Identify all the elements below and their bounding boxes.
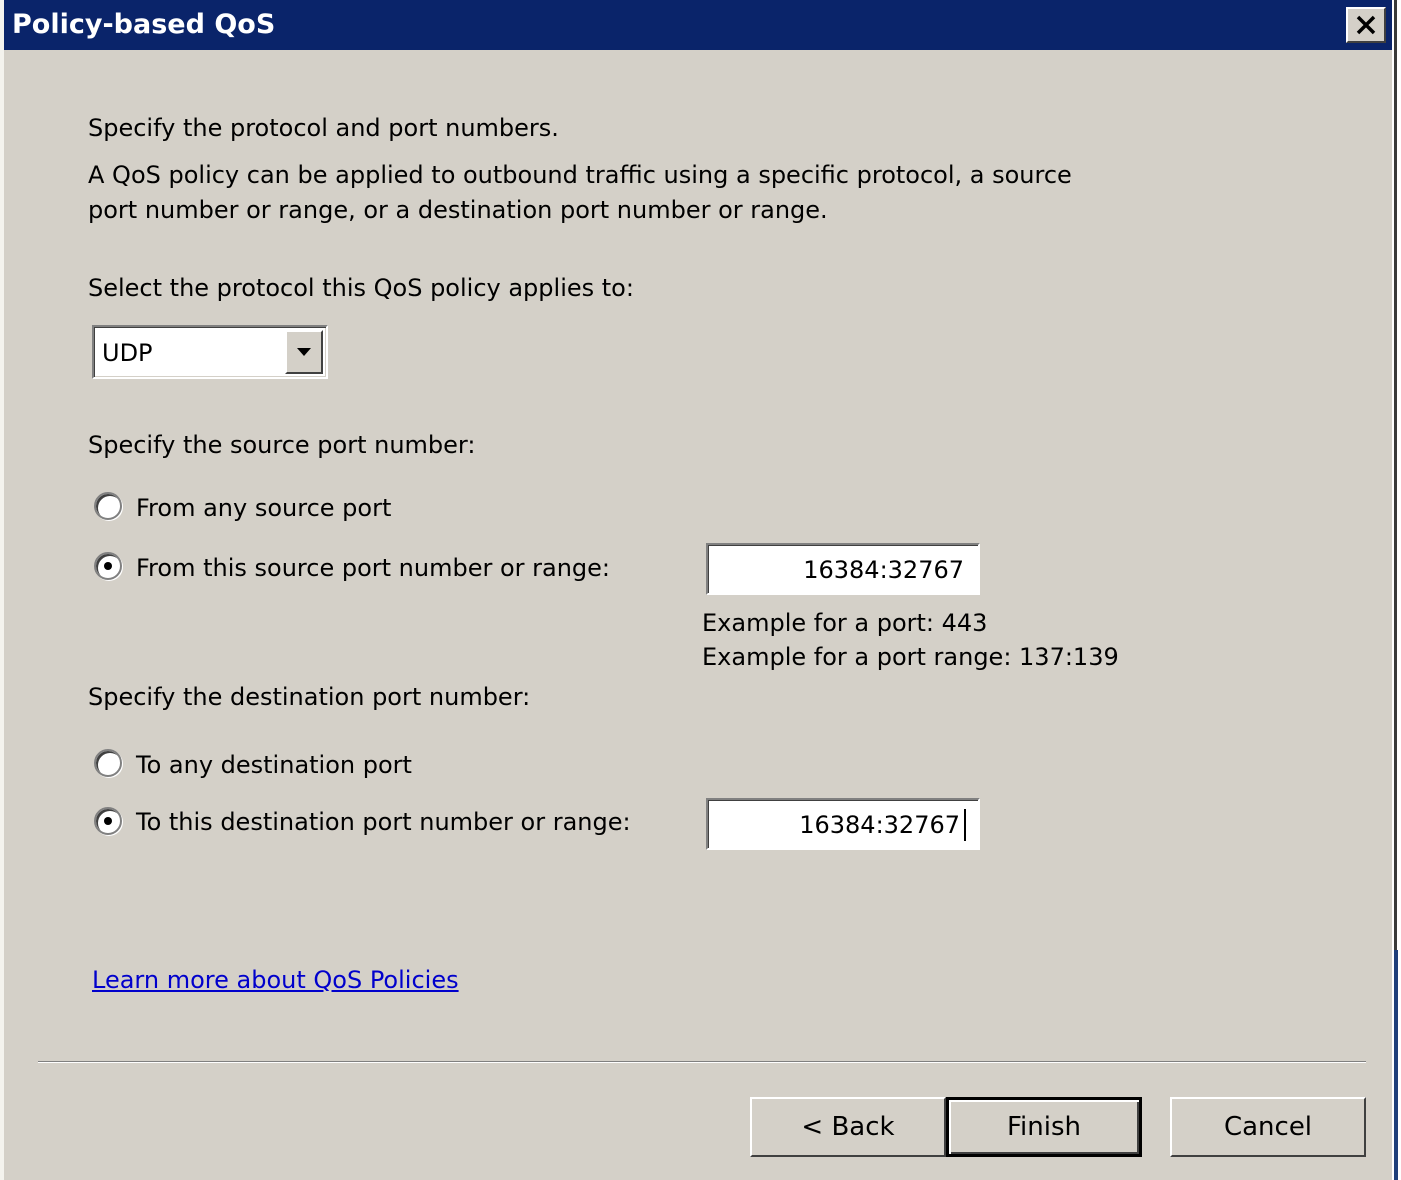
page-heading: Specify the protocol and port numbers.	[88, 114, 559, 142]
destination-any-radio[interactable]	[94, 749, 122, 777]
destination-range-label[interactable]: To this destination port number or range…	[136, 808, 631, 836]
close-button[interactable]	[1346, 7, 1386, 43]
source-range-label[interactable]: From this source port number or range:	[136, 554, 610, 582]
background-window-strip	[1394, 950, 1398, 1180]
source-port-label: Specify the source port number:	[88, 431, 476, 459]
radio-selected-dot	[104, 817, 112, 825]
example-range-text: Example for a port range: 137:139	[702, 643, 1119, 671]
protocol-select[interactable]: UDP	[92, 325, 328, 379]
back-button[interactable]: < Back	[750, 1097, 946, 1157]
source-any-label[interactable]: From any source port	[136, 494, 391, 522]
chevron-down-icon	[297, 348, 311, 356]
destination-any-label[interactable]: To any destination port	[136, 751, 412, 779]
protocol-label: Select the protocol this QoS policy appl…	[88, 274, 634, 302]
protocol-select-value: UDP	[102, 339, 153, 367]
source-port-input[interactable]: 16384:32767	[706, 543, 980, 595]
destination-port-input[interactable]: 16384:32767	[706, 798, 980, 850]
description-line-2: port number or range, or a destination p…	[88, 196, 828, 224]
description-line-1: A QoS policy can be applied to outbound …	[88, 161, 1072, 189]
qos-dialog: Policy-based QoS Specify the protocol an…	[0, 0, 1396, 1180]
close-icon	[1356, 15, 1376, 35]
protocol-dropdown-button[interactable]	[285, 330, 323, 374]
source-any-radio[interactable]	[94, 492, 122, 520]
background-window-edge	[1392, 0, 1401, 1180]
radio-selected-dot	[104, 562, 112, 570]
cancel-button[interactable]: Cancel	[1170, 1097, 1366, 1157]
finish-button[interactable]: Finish	[946, 1097, 1142, 1157]
source-port-value: 16384:32767	[803, 556, 964, 584]
example-port-text: Example for a port: 443	[702, 609, 988, 637]
source-range-radio[interactable]	[94, 552, 122, 580]
destination-range-radio[interactable]	[94, 807, 122, 835]
text-cursor	[964, 809, 966, 841]
destination-port-value: 16384:32767	[799, 811, 960, 839]
footer-separator	[38, 1061, 1366, 1063]
learn-more-link[interactable]: Learn more about QoS Policies	[92, 966, 459, 994]
window-title: Policy-based QoS	[12, 9, 276, 40]
destination-port-label: Specify the destination port number:	[88, 683, 531, 711]
title-bar[interactable]: Policy-based QoS	[4, 0, 1396, 50]
